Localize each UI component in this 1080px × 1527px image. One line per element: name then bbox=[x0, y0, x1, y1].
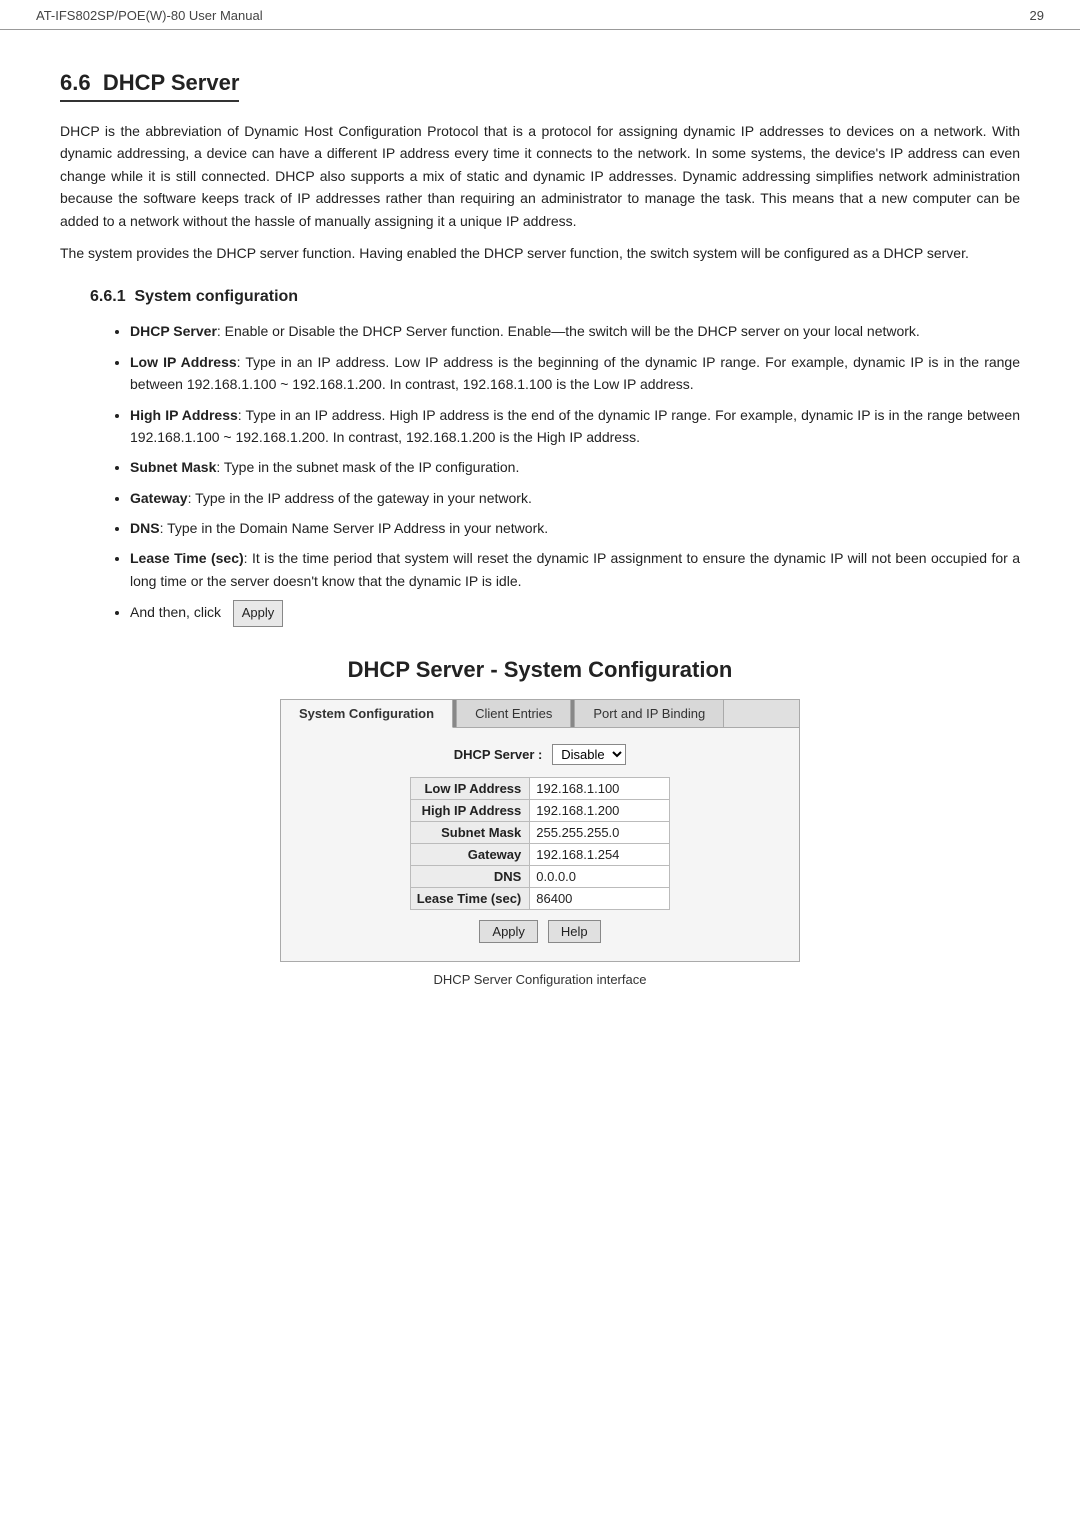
table-row: Subnet Mask 255.255.255.0 bbox=[410, 822, 670, 844]
description-para-2: The system provides the DHCP server func… bbox=[60, 242, 1020, 264]
dhcp-server-row: DHCP Server : Disable Enable bbox=[311, 744, 769, 765]
list-item: Lease Time (sec): It is the time period … bbox=[130, 547, 1020, 592]
header-bar: AT-IFS802SP/POE(W)-80 User Manual 29 bbox=[0, 0, 1080, 30]
field-label-lease: Lease Time (sec) bbox=[410, 888, 530, 910]
field-label-low-ip: Low IP Address bbox=[410, 778, 530, 800]
table-row: Low IP Address 192.168.1.100 bbox=[410, 778, 670, 800]
field-label-dns: DNS bbox=[410, 866, 530, 888]
tab-port-ip-binding[interactable]: Port and IP Binding bbox=[575, 700, 724, 727]
field-label-gateway: Gateway bbox=[410, 844, 530, 866]
field-value-high-ip: 192.168.1.200 bbox=[530, 800, 670, 822]
field-value-subnet: 255.255.255.0 bbox=[530, 822, 670, 844]
field-value-dns: 0.0.0.0 bbox=[530, 866, 670, 888]
and-then-item: And then, click Apply bbox=[130, 600, 1020, 627]
bullet-list: DHCP Server: Enable or Disable the DHCP … bbox=[60, 320, 1020, 592]
fields-table: Low IP Address 192.168.1.100 High IP Add… bbox=[410, 777, 671, 910]
field-value-gateway: 192.168.1.254 bbox=[530, 844, 670, 866]
apply-button[interactable]: Apply bbox=[479, 920, 538, 943]
subsection-heading: 6.6.1 System configuration bbox=[60, 288, 1020, 306]
page-number: 29 bbox=[1030, 8, 1044, 23]
list-item: High IP Address: Type in an IP address. … bbox=[130, 404, 1020, 449]
field-value-lease: 86400 bbox=[530, 888, 670, 910]
section-heading: 6.6 DHCP Server bbox=[60, 60, 1020, 120]
list-item: Low IP Address: Type in an IP address. L… bbox=[130, 351, 1020, 396]
ui-caption: DHCP Server Configuration interface bbox=[60, 972, 1020, 987]
config-form: DHCP Server : Disable Enable Low IP Addr… bbox=[281, 728, 799, 961]
list-item: DHCP Server: Enable or Disable the DHCP … bbox=[130, 320, 1020, 342]
tab-client-entries[interactable]: Client Entries bbox=[457, 700, 571, 727]
list-item: Gateway: Type in the IP address of the g… bbox=[130, 487, 1020, 509]
field-label-high-ip: High IP Address bbox=[410, 800, 530, 822]
table-row: High IP Address 192.168.1.200 bbox=[410, 800, 670, 822]
dhcp-panel: System Configuration Client Entries Port… bbox=[280, 699, 800, 962]
main-content: 6.6 DHCP Server DHCP is the abbreviation… bbox=[0, 50, 1080, 1027]
table-row: DNS 0.0.0.0 bbox=[410, 866, 670, 888]
btn-row: Apply Help bbox=[311, 920, 769, 943]
field-value-low-ip: 192.168.1.100 bbox=[530, 778, 670, 800]
list-item: Subnet Mask: Type in the subnet mask of … bbox=[130, 456, 1020, 478]
field-label-subnet: Subnet Mask bbox=[410, 822, 530, 844]
page-wrapper: AT-IFS802SP/POE(W)-80 User Manual 29 6.6… bbox=[0, 0, 1080, 1527]
apply-inline-button[interactable]: Apply bbox=[233, 600, 284, 627]
ui-panel-title: DHCP Server - System Configuration bbox=[60, 657, 1020, 683]
manual-title: AT-IFS802SP/POE(W)-80 User Manual bbox=[36, 8, 263, 23]
table-row: Gateway 192.168.1.254 bbox=[410, 844, 670, 866]
ui-section: DHCP Server - System Configuration Syste… bbox=[60, 657, 1020, 987]
section-title: 6.6 DHCP Server bbox=[60, 70, 239, 102]
table-row: Lease Time (sec) 86400 bbox=[410, 888, 670, 910]
help-button[interactable]: Help bbox=[548, 920, 601, 943]
description-para-1: DHCP is the abbreviation of Dynamic Host… bbox=[60, 120, 1020, 232]
tab-bar: System Configuration Client Entries Port… bbox=[281, 700, 799, 728]
and-then-list: And then, click Apply bbox=[60, 600, 1020, 627]
list-item: DNS: Type in the Domain Name Server IP A… bbox=[130, 517, 1020, 539]
tab-system-configuration[interactable]: System Configuration bbox=[281, 700, 453, 728]
dhcp-server-label: DHCP Server : bbox=[454, 747, 543, 762]
dhcp-server-select[interactable]: Disable Enable bbox=[552, 744, 626, 765]
